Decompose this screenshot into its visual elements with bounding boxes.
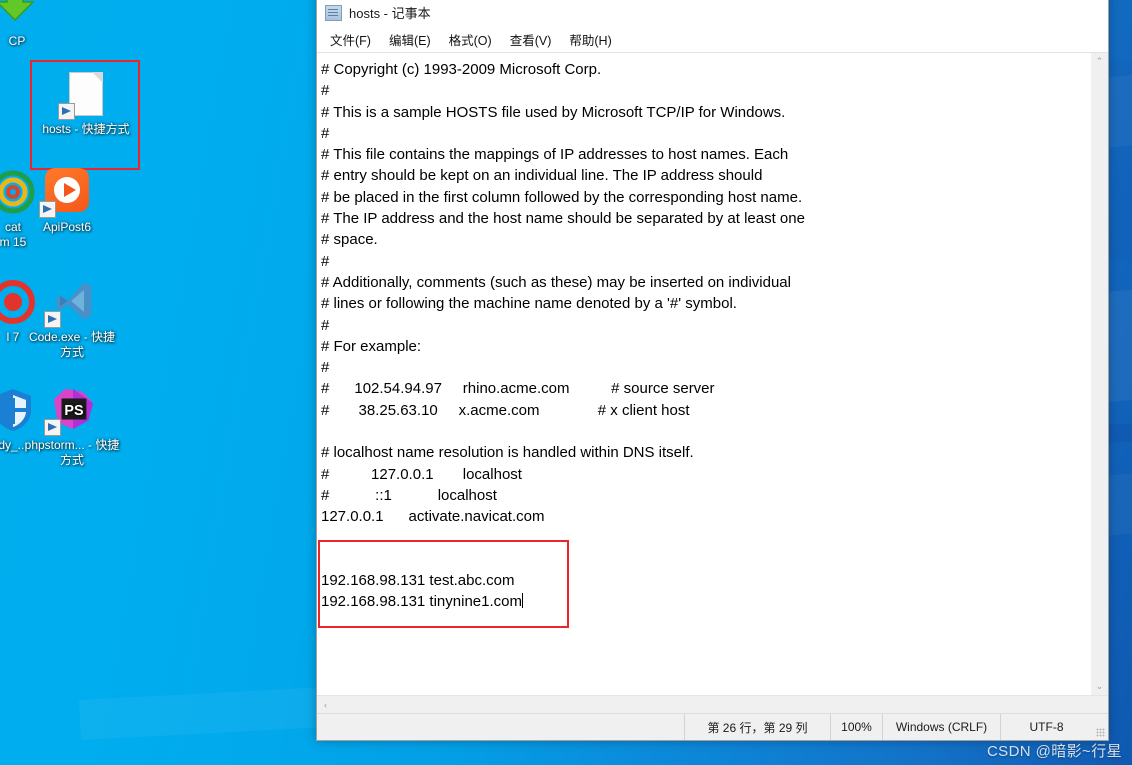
desktop-icon-vscode-shortcut[interactable]: Code.exe - 快捷方式 (24, 278, 120, 360)
text-line (321, 528, 1090, 549)
text-line (321, 549, 1090, 570)
notepad-window[interactable]: hosts - 记事本 文件(F) 编辑(E) 格式(O) 查看(V) 帮助(H… (316, 0, 1109, 741)
text-line: # lines or following the machine name de… (321, 295, 737, 313)
text-line: 192.168.98.131 test.abc.com (321, 572, 515, 590)
text-line: # 127.0.0.1 localhost (321, 465, 522, 483)
text-line: 192.168.98.131 tinynine1.com (321, 593, 523, 611)
menu-item-file[interactable]: 文件(F) (321, 31, 380, 52)
resize-grip[interactable] (1092, 714, 1108, 740)
window-controls (970, 0, 1108, 14)
desktop-icon-phpstorm-shortcut[interactable]: PS phpstorm... - 快捷方式 (24, 386, 120, 468)
scroll-down-icon[interactable]: ⌄ (1091, 678, 1108, 695)
text-editor[interactable]: # Copyright (c) 1993-2009 Microsoft Corp… (317, 53, 1090, 695)
desktop-icon-label: Code.exe - 快捷方式 (28, 330, 116, 359)
status-line-ending: Windows (CRLF) (882, 714, 1000, 740)
text-line: # (321, 124, 330, 142)
svg-text:PS: PS (64, 403, 84, 419)
screen: CP hosts - 快捷方式 cat m 15 ApiPost6 l 7 Co… (0, 0, 1132, 765)
text-line: # 102.54.94.97 rhino.acme.com # source s… (321, 380, 715, 398)
window-titlebar[interactable]: hosts - 记事本 (317, 0, 1108, 30)
watermark: CSDN @暗影~行星 (986, 743, 1122, 760)
text-line: # localhost name resolution is handled w… (321, 444, 694, 462)
text-line: # This is a sample HOSTS file used by Mi… (321, 103, 786, 121)
desktop-icon-label: ApiPost6 (42, 220, 92, 234)
menu-item-help[interactable]: 帮助(H) (560, 31, 620, 52)
status-zoom-level: 100% (830, 714, 882, 740)
shortcut-arrow-icon (44, 419, 61, 436)
text-line: # The IP address and the host name shoul… (321, 210, 805, 228)
scroll-up-icon[interactable]: ⌃ (1091, 53, 1108, 70)
status-cursor-position: 第 26 行，第 29 列 (684, 714, 830, 740)
vertical-scrollbar[interactable]: ⌃ ⌄ (1090, 53, 1108, 695)
text-line: # Copyright (c) 1993-2009 Microsoft Corp… (321, 61, 602, 78)
text-line: # (321, 316, 330, 334)
desktop-icon-cp-download[interactable]: CP (0, 0, 60, 49)
text-line: # (321, 82, 330, 100)
window-title-group: hosts - 记事本 (317, 3, 431, 30)
desktop-icon-label: CP (8, 34, 26, 48)
notepad-icon (325, 4, 342, 21)
menu-bar: 文件(F) 编辑(E) 格式(O) 查看(V) 帮助(H) (317, 30, 1108, 52)
text-line: # For example: (321, 337, 422, 355)
minimize-button[interactable] (970, 0, 1016, 14)
menu-item-format[interactable]: 格式(O) (440, 31, 501, 52)
phpstorm-icon: PS (44, 386, 96, 436)
scroll-left-icon[interactable]: ‹ (317, 696, 334, 713)
status-encoding: UTF-8 (1000, 714, 1092, 740)
editor-area: # Copyright (c) 1993-2009 Microsoft Corp… (317, 52, 1108, 695)
text-line: # space. (321, 231, 378, 249)
text-line: # (321, 252, 330, 270)
horizontal-scrollbar[interactable]: ‹ (317, 695, 1108, 713)
desktop-icon-hosts-shortcut[interactable]: hosts - 快捷方式 (38, 70, 134, 137)
shortcut-arrow-icon (58, 103, 75, 120)
text-line: # be placed in the first column followed… (321, 188, 803, 206)
maximize-button[interactable] (1016, 0, 1062, 14)
status-bar: 第 26 行，第 29 列 100% Windows (CRLF) UTF-8 (317, 713, 1108, 740)
text-line: # ::1 localhost (321, 486, 497, 504)
window-title: hosts - 记事本 (349, 6, 431, 21)
text-lines: # Copyright (c) 1993-2009 Microsoft Corp… (321, 59, 1090, 613)
text-line (321, 421, 1090, 442)
apipost-icon (39, 168, 91, 218)
text-line: # This file contains the mappings of IP … (321, 146, 789, 164)
menu-item-edit[interactable]: 编辑(E) (380, 31, 440, 52)
close-button[interactable] (1062, 0, 1108, 14)
download-arrow-icon (0, 0, 41, 30)
text-line: # (321, 359, 330, 377)
document-shortcut-icon (58, 70, 110, 120)
desktop-icon-label: phpstorm... - 快捷方式 (24, 438, 120, 467)
desktop-icon-apipost6[interactable]: ApiPost6 (24, 168, 110, 235)
shortcut-arrow-icon (44, 311, 61, 328)
text-line: # 38.25.63.10 x.acme.com # x client host (321, 401, 690, 419)
vscode-icon (44, 278, 96, 328)
text-line: # entry should be kept on an individual … (321, 167, 763, 185)
shortcut-arrow-icon (39, 201, 56, 218)
text-line: # Additionally, comments (such as these)… (321, 273, 791, 291)
menu-item-view[interactable]: 查看(V) (501, 31, 561, 52)
text-caret (521, 593, 523, 609)
desktop-icon-label: hosts - 快捷方式 (42, 122, 130, 136)
text-line: 127.0.0.1 activate.navicat.com (321, 508, 545, 526)
